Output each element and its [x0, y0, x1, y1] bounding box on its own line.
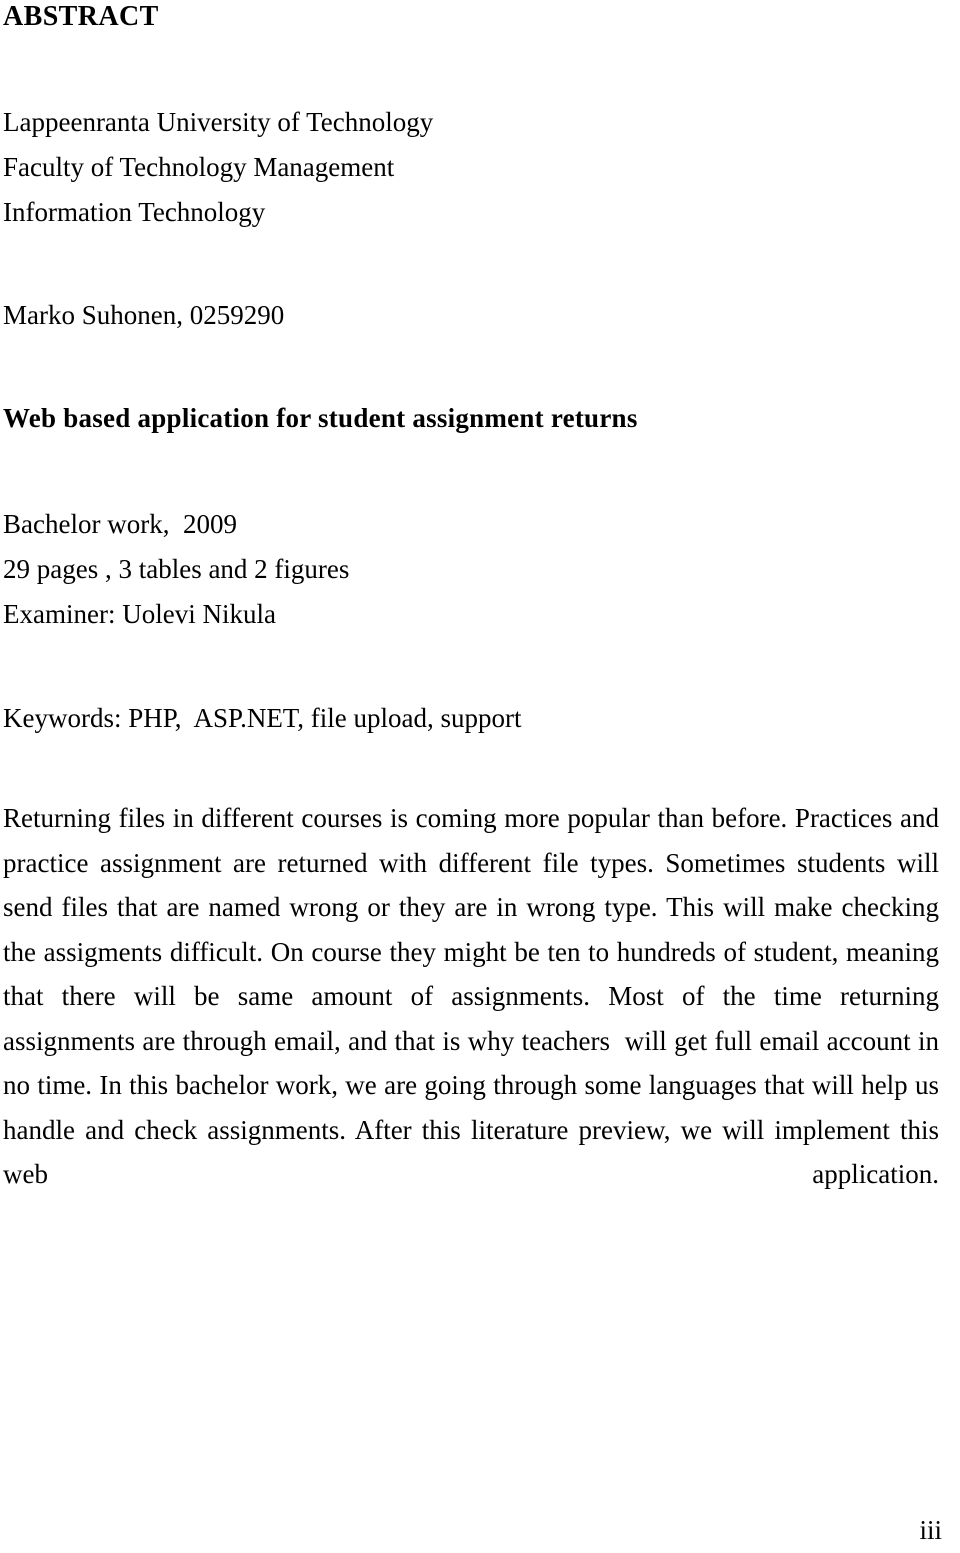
work-title-block: Web based application for student assign… — [3, 396, 941, 441]
organization-line-faculty: Faculty of Technology Management — [3, 152, 395, 182]
author-line: Marko Suhonen, 0259290 — [3, 300, 285, 330]
publication-line-type: Bachelor work, 2009 — [3, 509, 237, 539]
page-number: iii — [919, 1515, 942, 1545]
abstract-body-block: Returning files in different courses is … — [3, 796, 941, 1241]
publication-block: Bachelor work, 2009 29 pages , 3 tables … — [3, 502, 941, 637]
work-title: Web based application for student assign… — [3, 403, 638, 433]
keywords-block: Keywords: PHP, ASP.NET, file upload, sup… — [3, 696, 941, 741]
organization-line-university: Lappeenranta University of Technology — [3, 107, 434, 137]
keywords-line: Keywords: PHP, ASP.NET, file upload, sup… — [3, 703, 522, 733]
page-title: ABSTRACT — [3, 1, 159, 32]
organization-line-department: Information Technology — [3, 197, 266, 227]
author-block: Marko Suhonen, 0259290 — [3, 293, 941, 338]
publication-line-examiner: Examiner: Uolevi Nikula — [3, 599, 276, 629]
page-content: ABSTRACT Lappeenranta University of Tech… — [3, 0, 941, 1241]
abstract-page: ABSTRACT Lappeenranta University of Tech… — [0, 0, 960, 1553]
publication-line-extent: 29 pages , 3 tables and 2 figures — [3, 554, 350, 584]
organization-block: Lappeenranta University of Technology Fa… — [3, 100, 941, 235]
abstract-body-text: Returning files in different courses is … — [3, 803, 946, 1189]
